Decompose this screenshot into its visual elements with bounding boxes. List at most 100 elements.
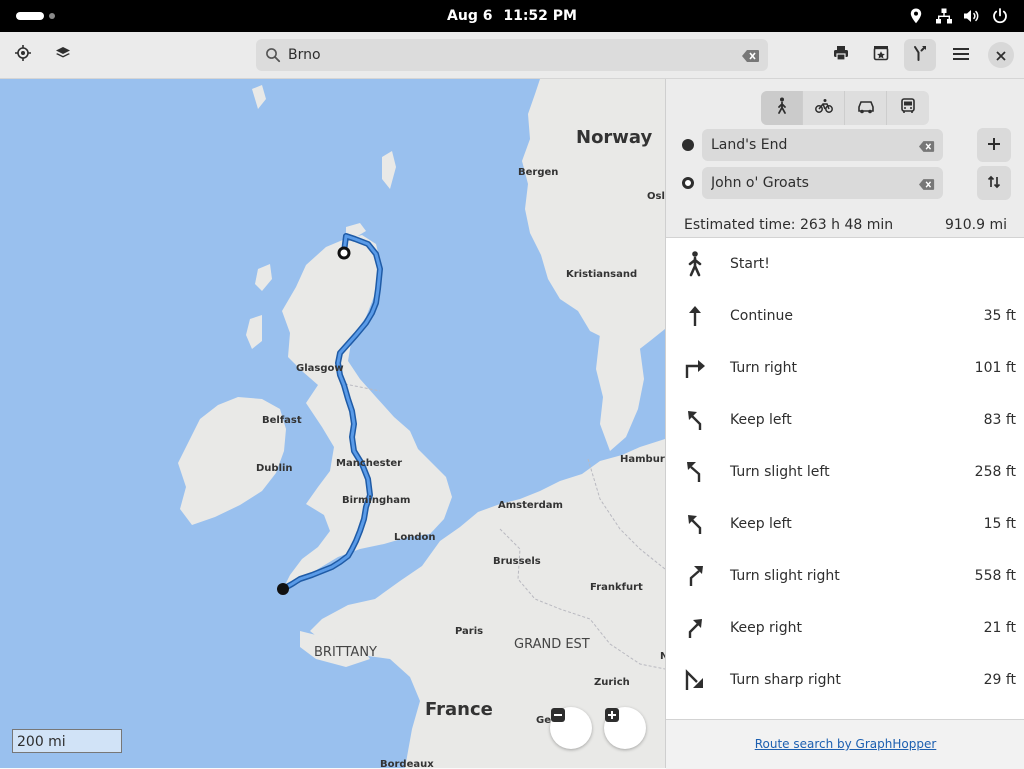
route-step[interactable]: Keep right 21 ft: [666, 602, 1024, 654]
step-distance: 258 ft: [974, 464, 1016, 480]
keep-right-icon: [682, 615, 708, 641]
origin-input[interactable]: [711, 129, 911, 161]
locate-icon: [14, 44, 32, 66]
map-label-oslo: Oslo: [647, 191, 665, 202]
search-field[interactable]: [256, 39, 768, 71]
zoom-out-button[interactable]: [550, 707, 592, 749]
step-distance: 35 ft: [983, 308, 1016, 324]
route-step[interactable]: Turn right 101 ft: [666, 342, 1024, 394]
car-icon: [857, 99, 875, 118]
route-planner: Estimated time: 263 h 48 min 910.9 mi: [666, 79, 1024, 238]
map-label-zurich: Zurich: [594, 677, 630, 688]
turn-slight-right-icon: [682, 563, 708, 589]
map-label-dublin: Dublin: [256, 463, 293, 474]
layers-icon: [55, 45, 71, 65]
close-window-button[interactable]: [988, 42, 1014, 68]
swap-icon: [987, 174, 1001, 193]
map-label-glasgow: Glasgow: [296, 363, 344, 374]
step-distance: 558 ft: [974, 568, 1016, 584]
route-step[interactable]: Turn sharp right 29 ft: [666, 654, 1024, 706]
bicycle-icon: [814, 98, 833, 118]
route-footer: Route search by GraphHopper: [666, 719, 1024, 769]
map-label-amsterdam: Amsterdam: [498, 500, 563, 511]
step-instruction: Keep right: [730, 620, 802, 636]
main-menu-button[interactable]: [945, 39, 977, 71]
step-distance: 83 ft: [983, 412, 1016, 428]
origin-marker-icon: [682, 139, 694, 151]
network-icon[interactable]: [935, 7, 953, 25]
clear-origin-icon[interactable]: [919, 138, 935, 157]
map-label-grand-est: GRAND EST: [514, 637, 590, 652]
step-distance: 29 ft: [983, 672, 1016, 688]
favorites-button[interactable]: [865, 39, 897, 71]
graphhopper-link[interactable]: Route search by GraphHopper: [755, 737, 937, 751]
step-instruction: Keep left: [730, 412, 792, 428]
search-icon: [265, 47, 281, 67]
clock-date: Aug 6: [447, 8, 493, 24]
location-icon[interactable]: [907, 7, 925, 25]
route-step[interactable]: Start!: [666, 238, 1024, 290]
route-step[interactable]: Keep left 15 ft: [666, 498, 1024, 550]
map-label-manchester: Manchester: [336, 458, 403, 469]
clock[interactable]: Aug 6 11:52 PM: [0, 0, 1024, 32]
step-instruction: Turn slight right: [730, 568, 840, 584]
map-label-paris: Paris: [455, 626, 484, 637]
step-instruction: Start!: [730, 256, 770, 272]
zoom-in-button[interactable]: [604, 707, 646, 749]
route-sidebar: Estimated time: 263 h 48 min 910.9 mi St…: [665, 79, 1024, 769]
map-canvas: [178, 79, 665, 768]
map-label-brussels: Brussels: [493, 556, 541, 567]
mode-transit-button[interactable]: [887, 91, 929, 125]
mode-car-button[interactable]: [845, 91, 887, 125]
reverse-route-button[interactable]: [977, 166, 1011, 200]
turn-slight-left-icon: [682, 459, 708, 485]
mode-walking-button[interactable]: [761, 91, 803, 125]
print-button[interactable]: [825, 39, 857, 71]
step-instruction: Keep left: [730, 516, 792, 532]
arrow-up-icon: [682, 303, 708, 329]
plus-icon: [987, 136, 1001, 155]
favorites-icon: [873, 45, 889, 65]
turn-right-icon: [682, 355, 708, 381]
header-bar: [0, 32, 1024, 79]
map-label-brittany: BRITTANY: [314, 645, 377, 660]
keep-left-icon: [682, 407, 708, 433]
menu-icon: [953, 46, 969, 65]
destination-marker-icon: [682, 177, 694, 189]
route-step[interactable]: Turn slight right 558 ft: [666, 550, 1024, 602]
route-step[interactable]: Keep left 83 ft: [666, 394, 1024, 446]
walk-icon: [774, 97, 790, 119]
map-label-norway: Norway: [576, 127, 653, 148]
estimated-time: Estimated time: 263 h 48 min: [684, 217, 894, 233]
map-label-birmingham: Birmingham: [342, 495, 411, 506]
map-label-kristiansand: Kristiansand: [566, 269, 638, 280]
clear-search-icon[interactable]: [742, 48, 760, 67]
route-step[interactable]: Continue 35 ft: [666, 290, 1024, 342]
route-icon: [912, 45, 928, 65]
map-label-frankfurt: Frankfurt: [590, 582, 643, 593]
system-top-bar: Aug 6 11:52 PM: [0, 0, 1024, 32]
print-icon: [833, 45, 849, 65]
destination-input[interactable]: [711, 167, 911, 199]
layers-button[interactable]: [47, 39, 79, 71]
close-icon: [996, 46, 1006, 65]
add-via-button[interactable]: [977, 128, 1011, 162]
origin-field[interactable]: [702, 129, 943, 161]
step-distance: 101 ft: [974, 360, 1016, 376]
locate-button[interactable]: [7, 39, 39, 71]
route-button[interactable]: [904, 39, 936, 71]
transport-mode-switcher: [761, 91, 929, 125]
total-distance: 910.9 mi: [944, 217, 1007, 233]
mode-cycling-button[interactable]: [803, 91, 845, 125]
clear-destination-icon[interactable]: [919, 176, 935, 195]
map-view[interactable]: Norway Bergen Oslo Kristiansand Glasgow …: [0, 79, 665, 768]
step-instruction: Turn right: [730, 360, 798, 376]
power-icon[interactable]: [991, 7, 1009, 25]
route-instructions-list: Start! Continue 35 ft Turn right 101 ft …: [666, 238, 1024, 706]
volume-icon[interactable]: [962, 7, 980, 25]
search-input[interactable]: [288, 39, 728, 71]
step-instruction: Turn slight left: [730, 464, 830, 480]
map-label-belfast: Belfast: [262, 415, 302, 426]
route-step[interactable]: Turn slight left 258 ft: [666, 446, 1024, 498]
destination-field[interactable]: [702, 167, 943, 199]
